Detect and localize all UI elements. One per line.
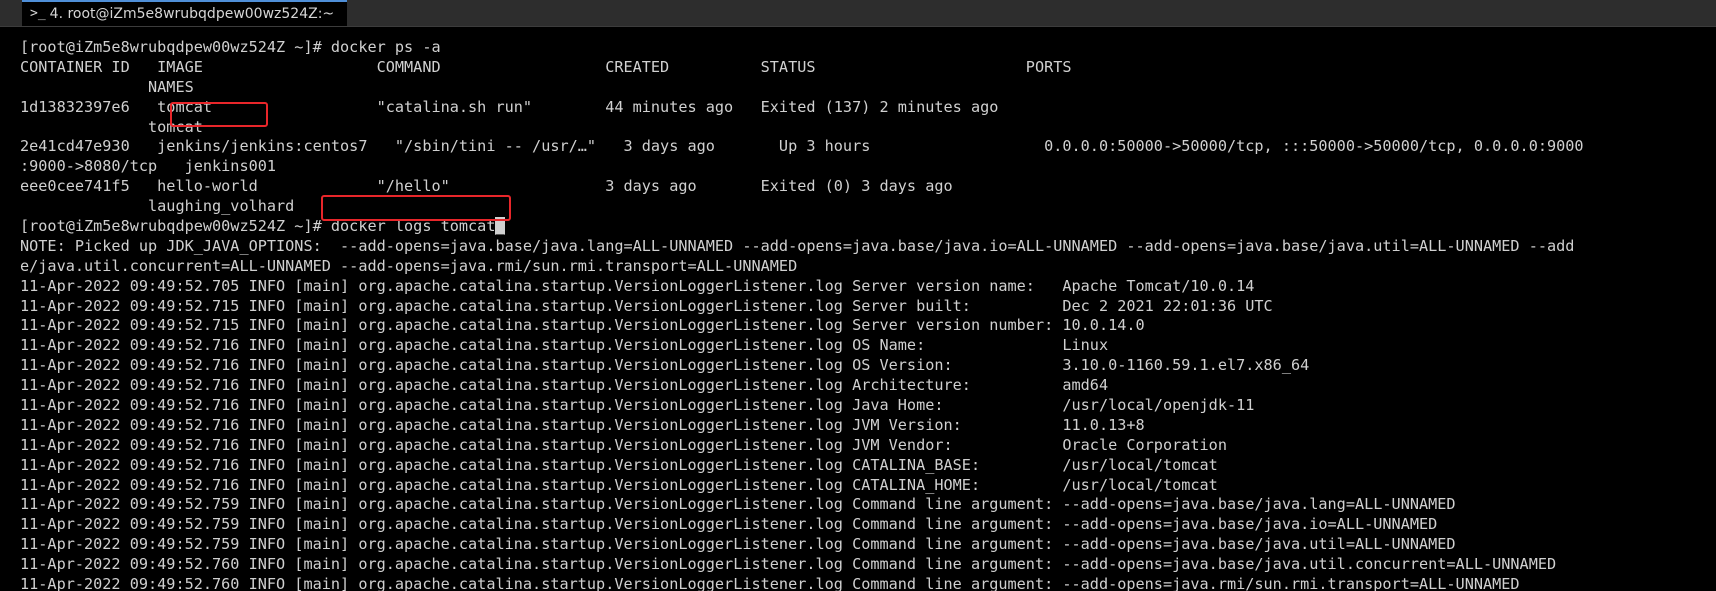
log-line: 11-Apr-2022 09:49:52.716 INFO [main] org… [20,396,1255,415]
log-line: 11-Apr-2022 09:49:52.759 INFO [main] org… [20,495,1456,514]
log-line: 11-Apr-2022 09:49:52.716 INFO [main] org… [20,336,1109,355]
log-line: 11-Apr-2022 09:49:52.716 INFO [main] org… [20,475,1218,494]
terminal-line: [root@iZm5e8wrubqdpew00wz524Z ~]# docker… [20,38,441,56]
log-line: 11-Apr-2022 09:49:52.716 INFO [main] org… [20,376,1109,395]
log-line: 11-Apr-2022 09:49:52.705 INFO [main] org… [20,276,1255,295]
log-line: 11-Apr-2022 09:49:52.716 INFO [main] org… [20,455,1218,474]
text-cursor: _ [495,217,505,236]
terminal-line: eee0cee741f5 hello-world "/hello" 3 days… [20,177,953,196]
terminal-output[interactable]: [root@iZm5e8wrubqdpew00wz524Z ~]# docker… [20,38,1716,591]
command-line: [root@iZm5e8wrubqdpew00wz524Z ~]# docker… [20,217,1716,237]
log-line: 11-Apr-2022 09:49:52.716 INFO [main] org… [20,415,1145,434]
ps-header-line: CONTAINER ID IMAGE COMMAND CREATED STATU… [20,57,1072,76]
log-line: 11-Apr-2022 09:49:52.759 INFO [main] org… [20,535,1456,554]
terminal-icon: >_ [30,6,46,21]
log-line: 11-Apr-2022 09:49:52.716 INFO [main] org… [20,435,1227,454]
terminal-line: tomcat [20,117,203,136]
log-line: 11-Apr-2022 09:49:52.760 INFO [main] org… [20,555,1557,574]
tab-title: 4. root@iZm5e8wrubqdpew00wz524Z:~ [49,6,335,22]
tab-bar: >_ 4. root@iZm5e8wrubqdpew00wz524Z:~ [0,0,1716,27]
terminal-line: 2e41cd47e930 jenkins/jenkins:centos7 "/s… [20,137,1584,156]
ps-header-names: NAMES [20,77,194,96]
log-line: 11-Apr-2022 09:49:52.760 INFO [main] org… [20,575,1520,591]
terminal-line: :9000->8080/tcp jenkins001 [20,157,277,176]
log-line: 11-Apr-2022 09:49:52.759 INFO [main] org… [20,515,1438,534]
terminal-line: laughing_volhard [20,197,295,216]
command-text: [root@iZm5e8wrubqdpew00wz524Z ~]# docker… [20,217,496,236]
log-line: 11-Apr-2022 09:49:52.715 INFO [main] org… [20,296,1273,315]
terminal-line: 1d13832397e6 tomcat "catalina.sh run" 44… [20,97,999,116]
terminal-line: NOTE: Picked up JDK_JAVA_OPTIONS: --add-… [20,236,1575,255]
log-line: 11-Apr-2022 09:49:52.715 INFO [main] org… [20,316,1145,335]
log-line: 11-Apr-2022 09:49:52.716 INFO [main] org… [20,356,1310,375]
terminal-tab[interactable]: >_ 4. root@iZm5e8wrubqdpew00wz524Z:~ [22,0,347,26]
terminal-line: e/java.util.concurrent=ALL-UNNAMED --add… [20,256,798,275]
